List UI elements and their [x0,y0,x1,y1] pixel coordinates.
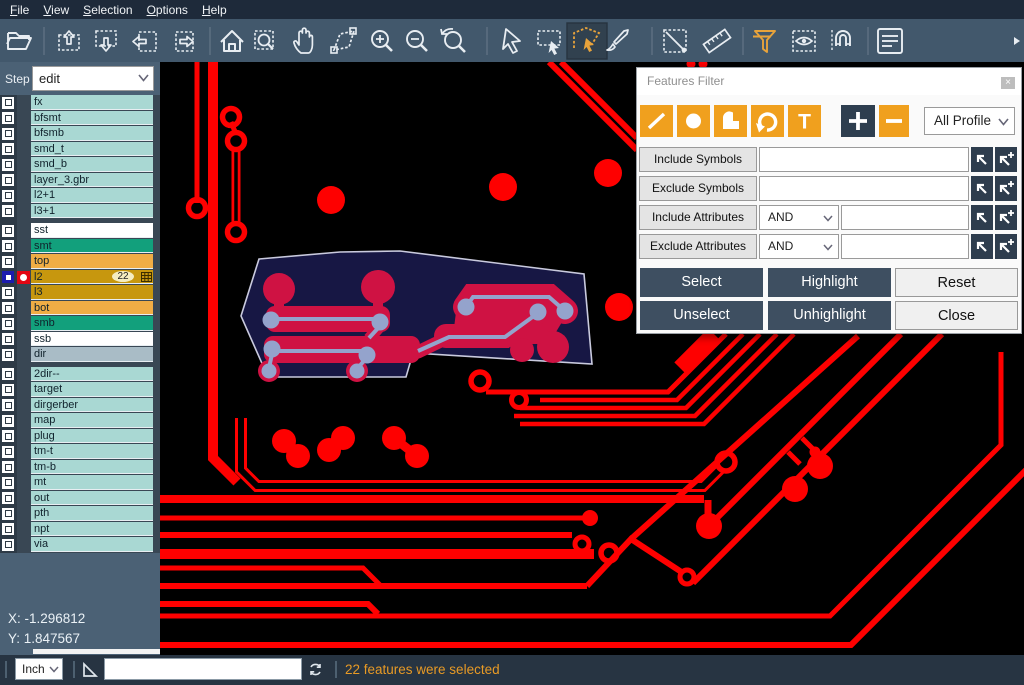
svg-text:T: T [798,111,811,134]
